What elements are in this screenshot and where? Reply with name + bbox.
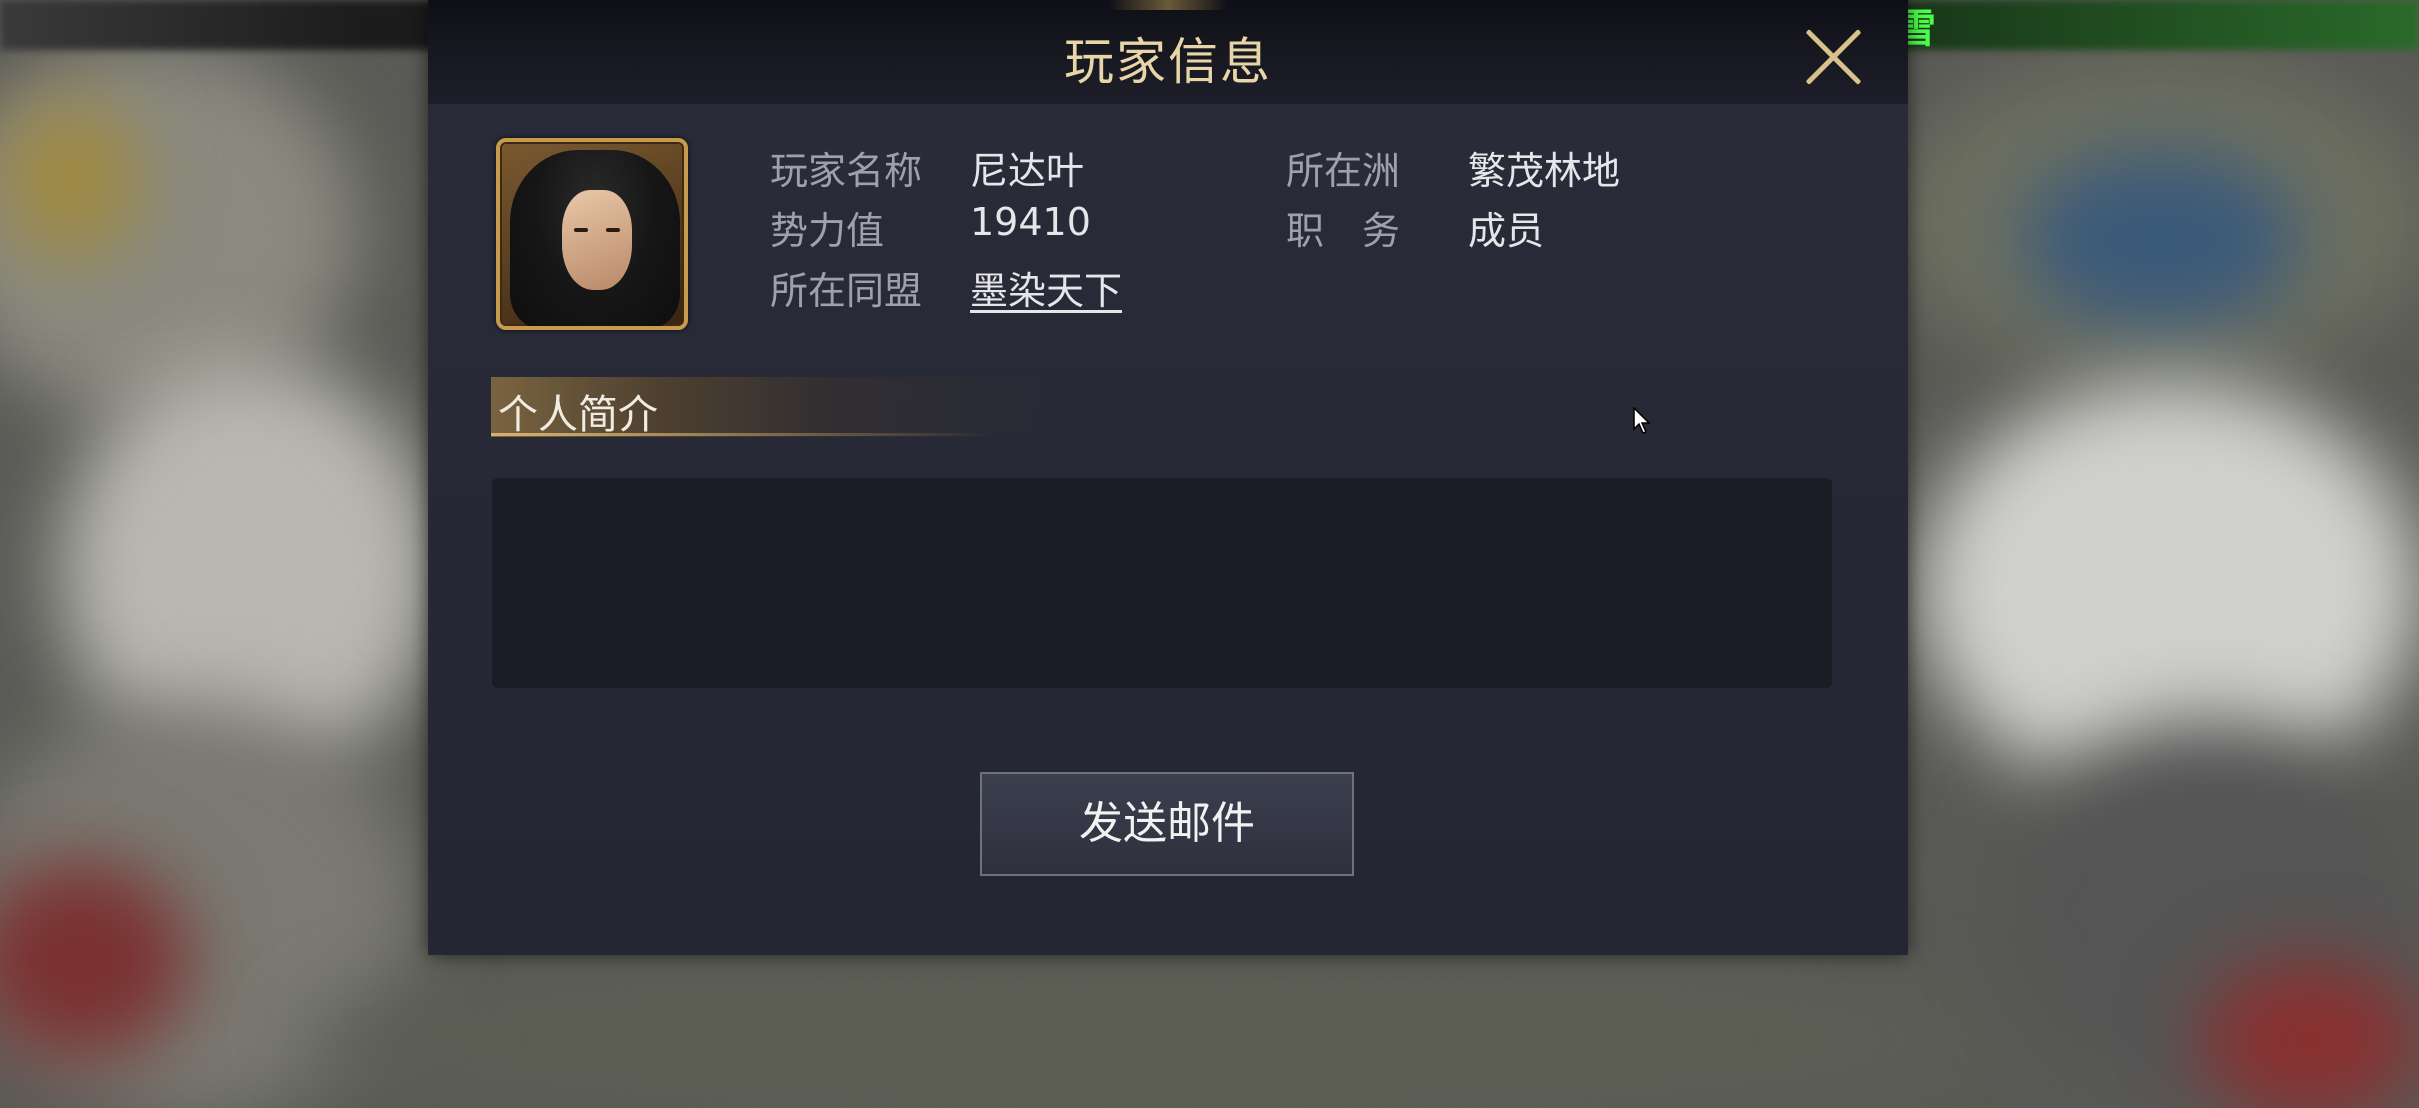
send-mail-button[interactable]: 发送邮件 [980,772,1354,876]
alliance-link[interactable]: 墨染天下 [970,260,1122,315]
player-avatar[interactable] [496,138,688,330]
continent-value: 繁茂林地 [1468,149,1621,193]
role-value: 成员 [1468,209,1545,253]
alliance-label: 所在同盟 [770,269,923,313]
bio-section-title: 个人简介 [498,392,658,438]
power-label: 势力值 [770,209,885,253]
dialog-title: 玩家信息 [1064,33,1272,91]
title-ornament [1108,0,1228,10]
avatar-face [562,190,632,290]
player-name-label: 玩家名称 [770,149,923,193]
close-icon[interactable] [1798,22,1868,92]
mouse-cursor-icon [1633,407,1651,434]
dialog-title-bar: 玩家信息 [428,0,1908,104]
player-name-value: 尼达叶 [970,149,1085,193]
role-label: 职 务 [1286,209,1401,253]
continent-label: 所在洲 [1286,149,1401,193]
bio-text-box [492,478,1832,688]
player-info-dialog: 玩家信息 玩家名称 尼达叶 势力值 19410 所在同盟 墨染天下 所在洲 繁茂… [428,0,1908,955]
power-value: 19410 [970,200,1091,244]
